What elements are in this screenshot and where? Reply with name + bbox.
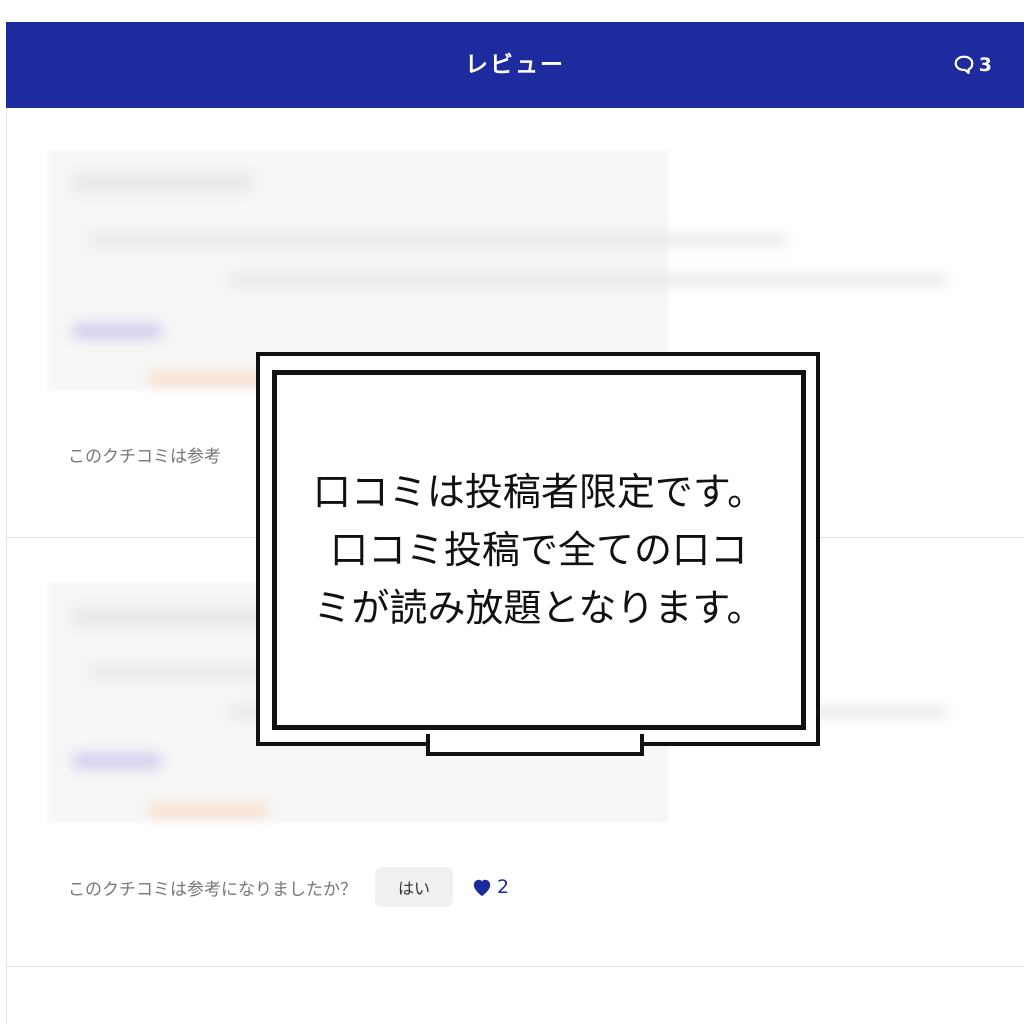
overlay-message-line: 口コミは投稿者限定です。 — [312, 470, 766, 514]
heart-icon — [473, 879, 491, 897]
overlay-message-line: ミが読み放題となります。 — [313, 586, 765, 630]
comment-count[interactable]: 3 — [953, 22, 992, 108]
reviewer-only-overlay: 口コミは投稿者限定です。 口コミ投稿で全ての口コ ミが読み放題となります。 — [256, 352, 820, 756]
comment-count-value: 3 — [978, 54, 992, 76]
overlay-message-box: 口コミは投稿者限定です。 口コミ投稿で全ての口コ ミが読み放題となります。 — [272, 370, 806, 730]
helpful-row: このクチコミは参考 — [68, 442, 221, 467]
header-bar: レビュー 3 — [6, 22, 1024, 108]
overlay-stand — [426, 734, 644, 756]
like-count[interactable]: 2 — [471, 876, 509, 898]
helpful-question: このクチコミは参考 — [68, 447, 221, 467]
overlay-message-line: 口コミ投稿で全ての口コ — [329, 528, 748, 572]
like-count-value: 2 — [497, 876, 510, 898]
helpful-yes-button[interactable]: はい — [375, 867, 453, 907]
helpful-question: このクチコミは参考になりましたか？ — [68, 879, 357, 900]
speech-bubble-icon — [954, 55, 974, 74]
page-title: レビュー — [465, 52, 565, 78]
overlay-frame: 口コミは投稿者限定です。 口コミ投稿で全ての口コ ミが読み放題となります。 — [256, 352, 820, 746]
helpful-row: このクチコミは参考になりましたか？ はい 2 — [68, 867, 509, 907]
